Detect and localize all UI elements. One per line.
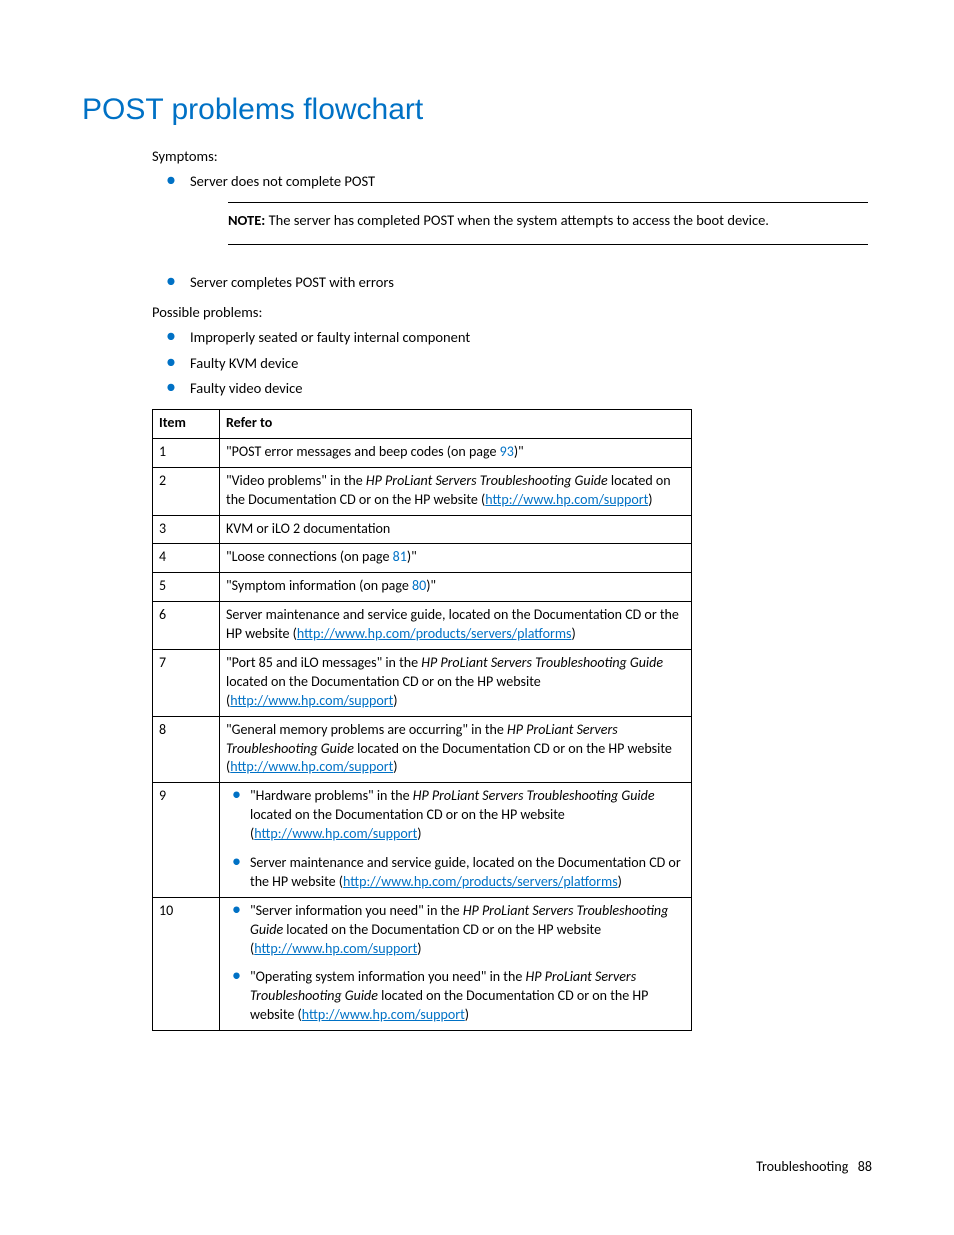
cell-item: 7 bbox=[153, 650, 220, 717]
note-block: NOTE: The server has completed POST when… bbox=[228, 202, 868, 246]
cell-bullet: "Server information you need" in the HP … bbox=[226, 902, 685, 959]
problem-item: Faulty KVM device bbox=[152, 354, 872, 374]
col-item: Item bbox=[153, 410, 220, 439]
col-refer: Refer to bbox=[220, 410, 692, 439]
table-row: 8 "General memory problems are occurring… bbox=[153, 716, 692, 783]
problem-item: Improperly seated or faulty internal com… bbox=[152, 328, 872, 348]
cell-item: 6 bbox=[153, 602, 220, 650]
symptom-text: Server does not complete POST bbox=[190, 172, 375, 190]
page-heading: POST problems flowchart bbox=[82, 90, 872, 131]
table-row: 5 "Symptom information (on page 80)" bbox=[153, 573, 692, 602]
cell-refer: "Symptom information (on page 80)" bbox=[220, 573, 692, 602]
cell-refer: "General memory problems are occurring" … bbox=[220, 716, 692, 783]
cell-refer: "Port 85 and iLO messages" in the HP Pro… bbox=[220, 650, 692, 717]
table-row: 9 "Hardware problems" in the HP ProLiant… bbox=[153, 783, 692, 897]
cell-refer: "Hardware problems" in the HP ProLiant S… bbox=[220, 783, 692, 897]
cell-refer: "Loose connections (on page 81)" bbox=[220, 544, 692, 573]
table-header-row: Item Refer to bbox=[153, 410, 692, 439]
problem-item: Faulty video device bbox=[152, 379, 872, 399]
cell-refer: "Server information you need" in the HP … bbox=[220, 897, 692, 1030]
cell-bullet: "Hardware problems" in the HP ProLiant S… bbox=[226, 787, 685, 844]
cell-refer: Server maintenance and service guide, lo… bbox=[220, 602, 692, 650]
cell-item: 1 bbox=[153, 438, 220, 467]
cell-bullet: Server maintenance and service guide, lo… bbox=[226, 854, 685, 892]
page-footer: Troubleshooting 88 bbox=[756, 1158, 872, 1177]
symptoms-label: Symptoms: bbox=[152, 147, 872, 167]
support-link[interactable]: http://www.hp.com/support bbox=[254, 825, 417, 842]
table-row: 3 KVM or iLO 2 documentation bbox=[153, 515, 692, 544]
table-row: 7 "Port 85 and iLO messages" in the HP P… bbox=[153, 650, 692, 717]
cell-item: 8 bbox=[153, 716, 220, 783]
table-row: 6 Server maintenance and service guide, … bbox=[153, 602, 692, 650]
page-ref[interactable]: 80 bbox=[412, 577, 426, 594]
cell-item: 3 bbox=[153, 515, 220, 544]
platforms-link[interactable]: http://www.hp.com/products/servers/platf… bbox=[343, 873, 618, 890]
support-link[interactable]: http://www.hp.com/support bbox=[230, 692, 393, 709]
table-row: 4 "Loose connections (on page 81)" bbox=[153, 544, 692, 573]
cell-refer: "Video problems" in the HP ProLiant Serv… bbox=[220, 467, 692, 515]
reference-table: Item Refer to 1 "POST error messages and… bbox=[152, 409, 692, 1031]
table-row: 1 "POST error messages and beep codes (o… bbox=[153, 438, 692, 467]
support-link[interactable]: http://www.hp.com/support bbox=[485, 491, 648, 508]
cell-item: 10 bbox=[153, 897, 220, 1030]
cell-item: 2 bbox=[153, 467, 220, 515]
cell-bullet: "Operating system information you need" … bbox=[226, 968, 685, 1025]
table-row: 10 "Server information you need" in the … bbox=[153, 897, 692, 1030]
note-text: The server has completed POST when the s… bbox=[265, 211, 769, 229]
footer-page: 88 bbox=[858, 1158, 872, 1175]
cell-item: 5 bbox=[153, 573, 220, 602]
cell-refer: "POST error messages and beep codes (on … bbox=[220, 438, 692, 467]
platforms-link[interactable]: http://www.hp.com/products/servers/platf… bbox=[297, 625, 572, 642]
problems-label: Possible problems: bbox=[152, 303, 872, 323]
cell-item: 9 bbox=[153, 783, 220, 897]
table-row: 2 "Video problems" in the HP ProLiant Se… bbox=[153, 467, 692, 515]
support-link[interactable]: http://www.hp.com/support bbox=[230, 758, 393, 775]
cell-item: 4 bbox=[153, 544, 220, 573]
cell-refer: KVM or iLO 2 documentation bbox=[220, 515, 692, 544]
symptom-item: Server does not complete POST NOTE: The … bbox=[152, 172, 872, 245]
page-ref[interactable]: 93 bbox=[500, 443, 514, 460]
support-link[interactable]: http://www.hp.com/support bbox=[302, 1006, 465, 1023]
footer-section: Troubleshooting bbox=[756, 1158, 848, 1175]
support-link[interactable]: http://www.hp.com/support bbox=[254, 940, 417, 957]
page-ref[interactable]: 81 bbox=[393, 548, 407, 565]
note-prefix: NOTE: bbox=[228, 211, 265, 229]
symptom-item: Server completes POST with errors bbox=[152, 273, 872, 293]
